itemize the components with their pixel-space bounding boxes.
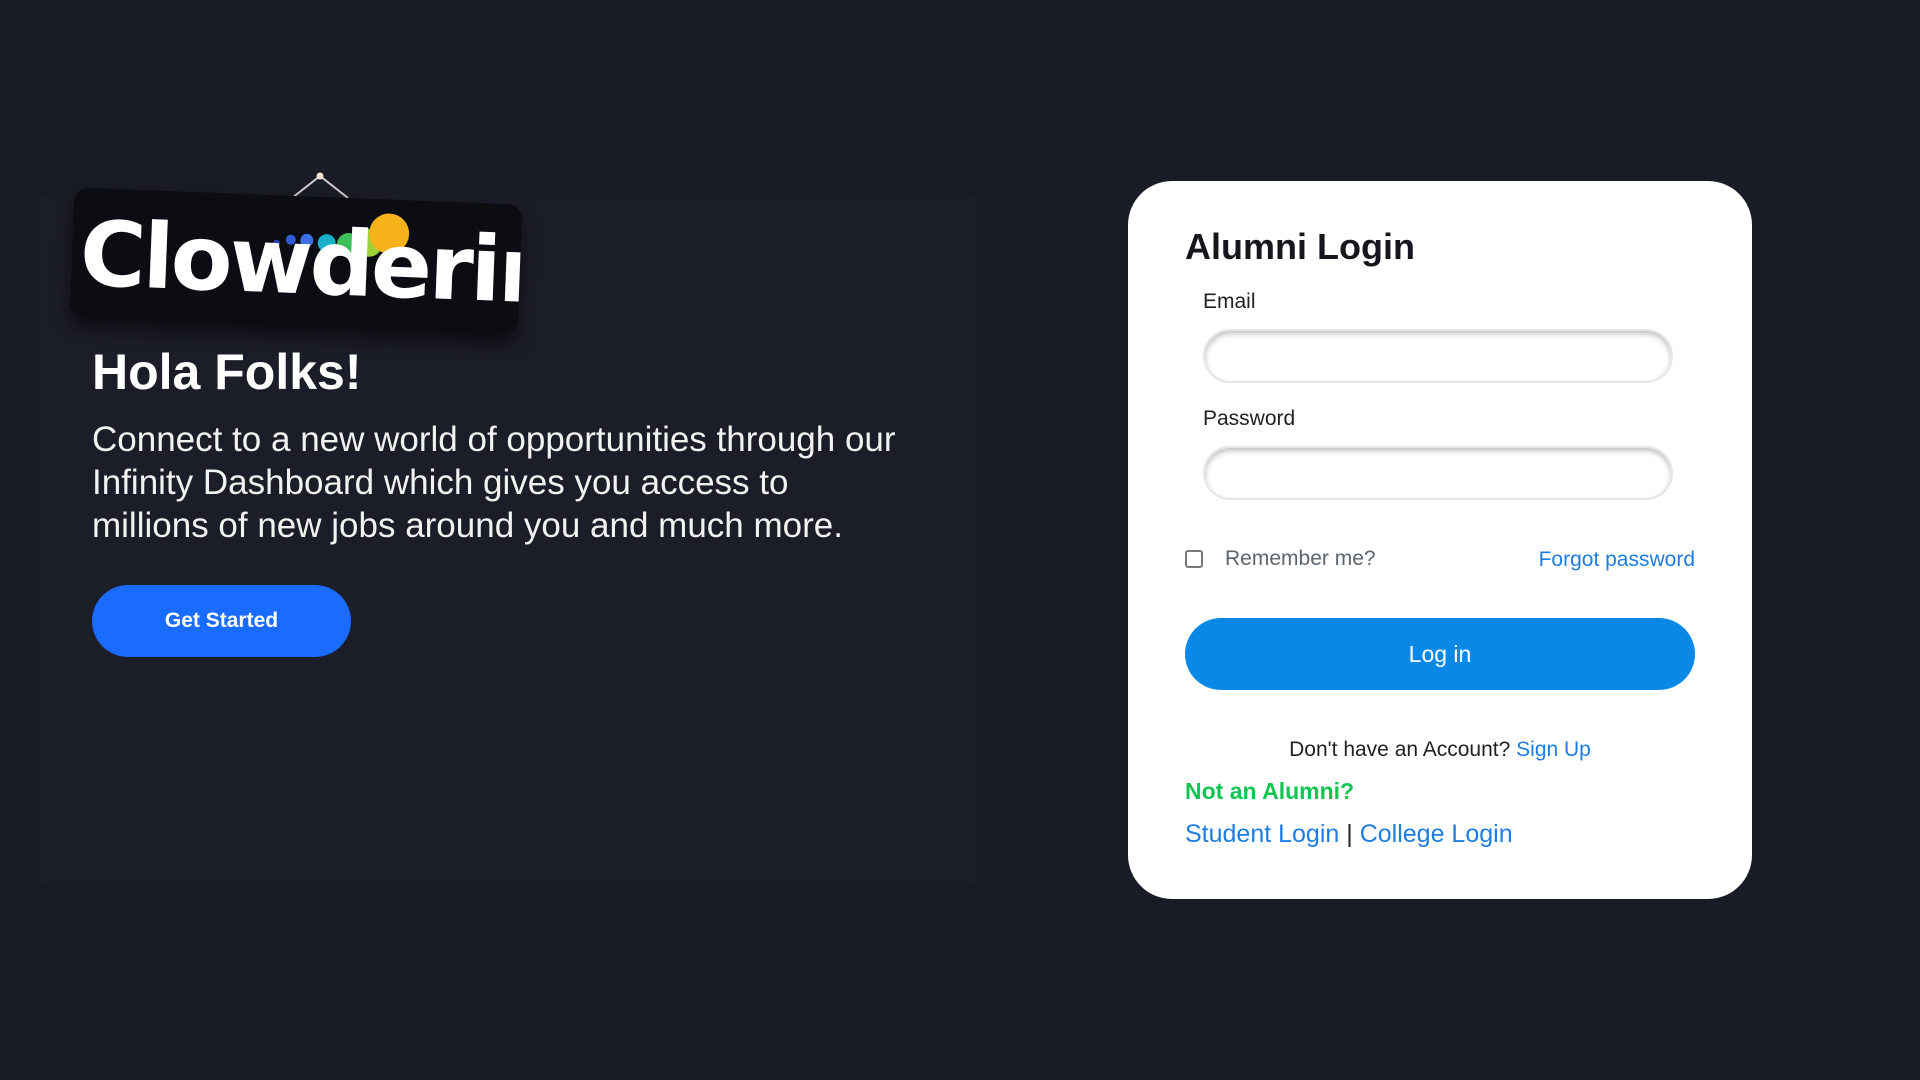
password-field[interactable] <box>1203 446 1673 500</box>
brand-logo: Clowderin <box>69 172 526 347</box>
logo-text: Clowderin <box>78 201 523 326</box>
logo-board: Clowderin <box>69 187 523 335</box>
email-label: Email <box>1203 290 1256 313</box>
hero-heading: Hola Folks! <box>92 344 362 400</box>
remember-checkbox[interactable] <box>1185 550 1203 568</box>
login-card: Alumni Login Email Password Remember me?… <box>1128 181 1752 899</box>
email-field[interactable] <box>1203 329 1673 383</box>
student-login-link[interactable]: Student Login <box>1185 820 1339 848</box>
password-label: Password <box>1203 407 1296 430</box>
college-login-link[interactable]: College Login <box>1360 820 1513 848</box>
login-title: Alumni Login <box>1185 226 1415 267</box>
remember-row: Remember me? <box>1185 547 1376 571</box>
alternate-logins: Student Login | College Login <box>1185 820 1513 849</box>
forgot-password-link[interactable]: Forgot password <box>1539 548 1695 572</box>
signup-prompt: Don't have an Account? <box>1289 738 1511 761</box>
remember-label: Remember me? <box>1225 547 1376 570</box>
page: Clowderin Hola Folks! Connect to a new w… <box>0 0 1920 1080</box>
get-started-button[interactable]: Get Started <box>92 585 351 657</box>
login-separator: | <box>1346 820 1353 848</box>
signup-row: Don't have an Account? Sign Up <box>1128 738 1752 762</box>
hero-description: Connect to a new world of opportunities … <box>92 420 896 545</box>
login-button[interactable]: Log in <box>1185 618 1695 690</box>
sign-up-link[interactable]: Sign Up <box>1516 738 1591 761</box>
not-alumni-label: Not an Alumni? <box>1185 778 1355 804</box>
